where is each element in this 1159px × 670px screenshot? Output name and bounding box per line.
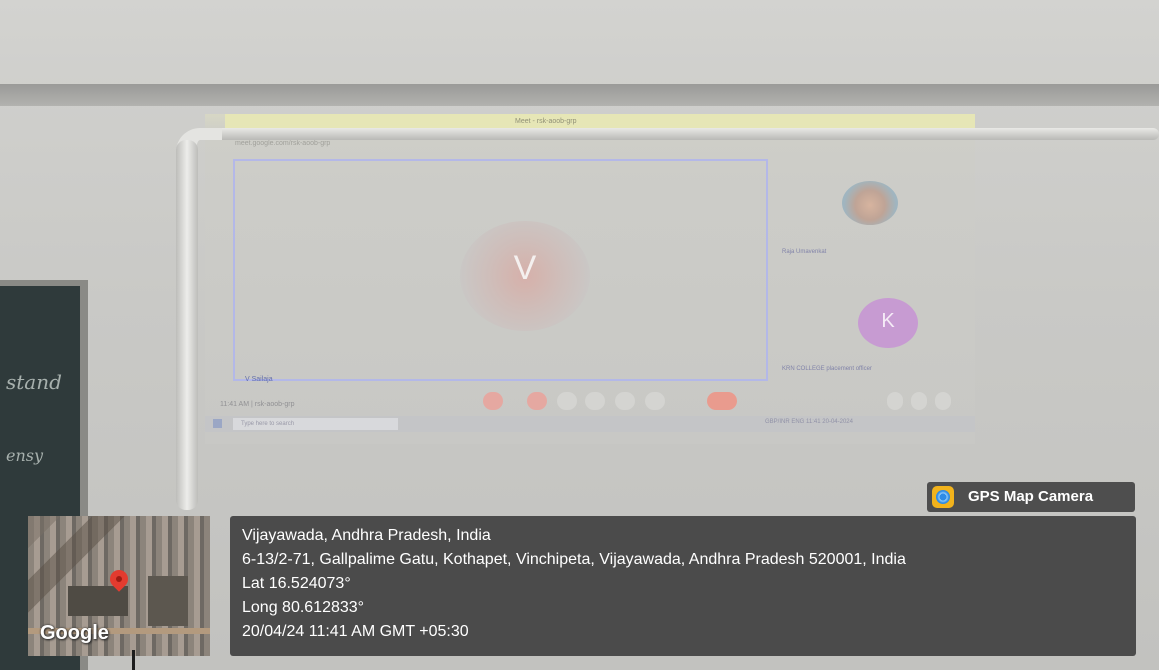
- wall-pipe-vertical: [176, 140, 198, 510]
- wall-pipe-horizontal: [210, 128, 1159, 140]
- present-icon: [615, 392, 635, 410]
- avatar-initial: V: [513, 249, 537, 287]
- meet-toolbar: 11:41 AM | rsk-aoob-grp: [205, 384, 975, 414]
- browser-url: meet.google.com/rsk-aoob-grp: [235, 140, 331, 147]
- participant-name: Raja Umavenkat: [782, 249, 827, 255]
- mic-icon: [483, 392, 503, 410]
- map-thumbnail: Google: [28, 516, 210, 656]
- emoji-icon: [585, 392, 605, 410]
- windows-icon: [213, 419, 222, 428]
- info-icon: [887, 392, 903, 410]
- gps-app-name: GPS Map Camera: [968, 488, 1094, 505]
- cable: [132, 650, 135, 670]
- gps-info-panel: Vijayawada, Andhra Pradesh, India 6-13/2…: [230, 516, 1136, 656]
- participant-name: KRN COLLEGE placement officer: [782, 366, 872, 372]
- participant-photo: [842, 181, 898, 225]
- windows-taskbar: Type here to search GBP/INR ENG 11:41 20…: [205, 416, 975, 432]
- projected-screen: Meet - rsk-aoob-grp meet.google.com/rsk-…: [205, 114, 975, 444]
- camera-icon: [527, 392, 547, 410]
- raise-hand-icon: [645, 392, 665, 410]
- captions-icon: [557, 392, 577, 410]
- board-text: stand: [6, 370, 62, 394]
- participant-avatar-k: K: [858, 298, 918, 348]
- board-text: ensy: [6, 446, 44, 465]
- participant-tile-krn: K KRN COLLEGE placement officer: [780, 274, 965, 384]
- chat-icon: [935, 392, 951, 410]
- avatar-initial: K: [881, 310, 895, 332]
- gps-datetime: 20/04/24 11:41 AM GMT +05:30: [242, 623, 469, 640]
- main-video-tile: V: [233, 159, 768, 381]
- map-building: [148, 576, 188, 626]
- gps-camera-badge: GPS Map Camera: [927, 482, 1135, 512]
- google-logo: Google: [40, 622, 109, 644]
- meeting-time: 11:41 AM | rsk-aoob-grp: [220, 401, 295, 408]
- taskbar-search: Type here to search: [233, 418, 398, 430]
- end-call-icon: [707, 392, 737, 410]
- main-participant-name: V Sailaja: [245, 376, 273, 383]
- participant-avatar-v: V: [460, 221, 590, 331]
- gps-camera-icon: [932, 486, 954, 508]
- gps-place: Vijayawada, Andhra Pradesh, India: [242, 527, 491, 544]
- gps-address: 6-13/2-71, Gallpalime Gatu, Kothapet, Vi…: [242, 551, 906, 568]
- taskbar-tray: GBP/INR ENG 11:41 20-04-2024: [765, 419, 853, 425]
- people-icon: [911, 392, 927, 410]
- gps-latitude: Lat 16.524073°: [242, 575, 351, 592]
- ceiling-strip: [0, 84, 1159, 106]
- participant-tile-raja: Raja Umavenkat: [780, 159, 965, 259]
- browser-tab-title: Meet - rsk-aoob-grp: [515, 118, 577, 125]
- gps-longitude: Long 80.612833°: [242, 599, 365, 616]
